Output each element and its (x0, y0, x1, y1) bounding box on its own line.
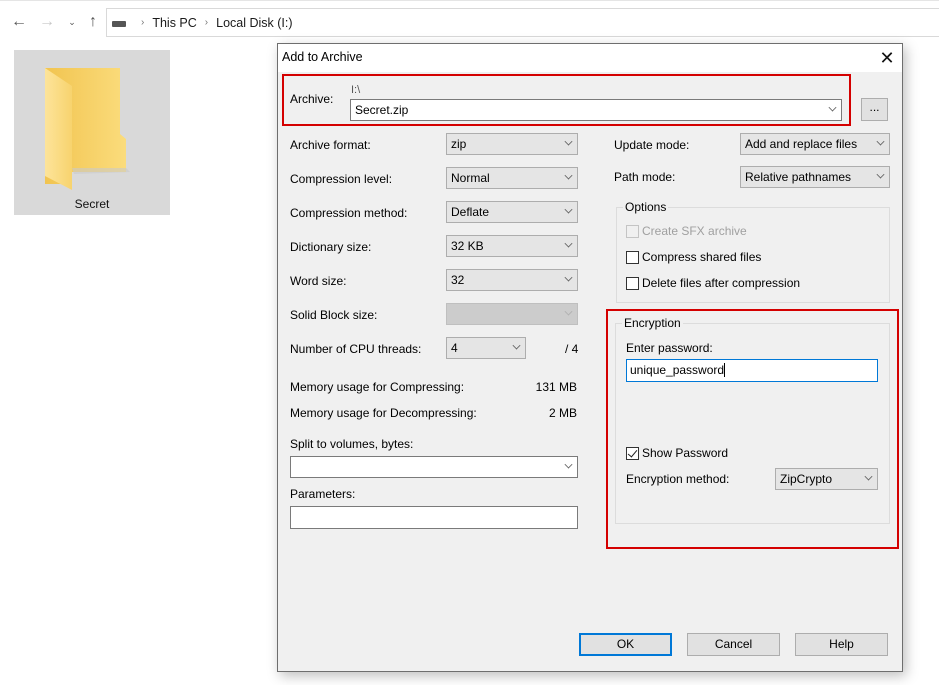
browse-button[interactable]: ... (861, 98, 888, 121)
cancel-button[interactable]: Cancel (687, 633, 780, 656)
chevron-down-icon (564, 460, 573, 469)
explorer-navbar: ← → ⌄ ↑ › This PC › Local Disk (I:) (0, 0, 939, 44)
checkbox-box (626, 276, 639, 290)
dictionary-size-value: 32 KB (451, 239, 484, 253)
checkbox-box (626, 224, 639, 238)
update-mode-label: Update mode: (614, 138, 690, 152)
delete-after-checkbox[interactable]: Delete files after compression (626, 276, 800, 290)
breadcrumb-this-pc[interactable]: This PC (152, 16, 196, 30)
breadcrumb-local-disk[interactable]: Local Disk (I:) (216, 16, 292, 30)
solid-block-size-label: Solid Block size: (290, 308, 378, 322)
encryption-method-value: ZipCrypto (780, 472, 833, 486)
chevron-down-icon: ⌄ (68, 16, 76, 27)
archive-format-value: zip (451, 137, 467, 151)
delete-after-label: Delete files after compression (642, 276, 801, 290)
chevron-down-icon (564, 171, 573, 180)
dialog-titlebar: Add to Archive ✕ (278, 44, 902, 72)
folder-icon (45, 68, 130, 190)
compress-shared-checkbox[interactable]: Compress shared files (626, 250, 761, 264)
arrow-right-icon: → (39, 13, 55, 30)
dialog-title: Add to Archive (282, 50, 363, 64)
encryption-group-title: Encryption (622, 316, 683, 330)
chevron-down-icon (564, 205, 573, 214)
breadcrumb-separator-icon: › (141, 17, 145, 28)
path-mode-value: Relative pathnames (745, 170, 852, 184)
archive-path: I:\ (351, 84, 361, 96)
archive-name-combo[interactable]: Secret.zip (350, 99, 842, 121)
update-mode-value: Add and replace files (745, 137, 858, 151)
cpu-threads-select[interactable]: 4 (446, 337, 526, 359)
close-icon: ✕ (879, 47, 895, 68)
chevron-down-icon (564, 273, 573, 282)
archive-name-value: Secret.zip (355, 103, 409, 117)
up-button[interactable]: ↑ (84, 13, 102, 31)
cpu-threads-value: 4 (451, 341, 458, 355)
parameters-input[interactable] (290, 506, 578, 529)
help-button[interactable]: Help (795, 633, 888, 656)
encryption-method-label: Encryption method: (626, 472, 730, 486)
parameters-label: Parameters: (290, 487, 356, 501)
compression-level-select[interactable]: Normal (446, 167, 578, 189)
chevron-down-icon (876, 170, 885, 179)
checkbox-box (626, 250, 639, 264)
path-mode-label: Path mode: (614, 170, 676, 184)
compression-method-value: Deflate (451, 205, 490, 219)
show-password-label: Show Password (642, 446, 729, 460)
compression-level-value: Normal (451, 171, 490, 185)
solid-block-size-select[interactable] (446, 303, 578, 325)
split-volumes-label: Split to volumes, bytes: (290, 437, 414, 451)
word-size-value: 32 (451, 273, 465, 287)
cpu-threads-label: Number of CPU threads: (290, 342, 422, 356)
chevron-down-icon (512, 341, 521, 350)
word-size-select[interactable]: 32 (446, 269, 578, 291)
password-value: unique_password (630, 363, 725, 377)
compression-method-select[interactable]: Deflate (446, 201, 578, 223)
compression-method-label: Compression method: (290, 206, 408, 220)
cpu-threads-max: / 4 (565, 342, 579, 356)
archive-format-select[interactable]: zip (446, 133, 578, 155)
password-input[interactable]: unique_password (626, 359, 878, 382)
compress-shared-label: Compress shared files (642, 250, 762, 264)
dictionary-size-label: Dictionary size: (290, 240, 372, 254)
chevron-down-icon (828, 103, 837, 112)
archive-label: Archive: (290, 92, 334, 106)
password-label: Enter password: (626, 341, 713, 355)
chevron-down-icon (564, 239, 573, 248)
folder-item-secret[interactable]: Secret (14, 50, 170, 215)
mem-compress-label: Memory usage for Compressing: (290, 380, 465, 394)
dictionary-size-select[interactable]: 32 KB (446, 235, 578, 257)
mem-compress-value: 131 MB (535, 380, 577, 394)
show-password-checkbox[interactable]: Show Password (626, 446, 728, 460)
chevron-down-icon (876, 137, 885, 146)
create-sfx-checkbox[interactable]: Create SFX archive (626, 224, 747, 238)
back-button[interactable]: ← (10, 13, 28, 31)
checkbox-box (626, 446, 639, 460)
word-size-label: Word size: (290, 274, 347, 288)
chevron-down-icon (564, 307, 573, 316)
arrow-left-icon: ← (11, 13, 27, 30)
options-group-title: Options (623, 200, 669, 214)
chevron-down-icon (564, 137, 573, 146)
path-mode-select[interactable]: Relative pathnames (740, 166, 890, 188)
create-sfx-label: Create SFX archive (642, 224, 747, 238)
ok-button[interactable]: OK (579, 633, 672, 656)
recent-locations-button[interactable]: ⌄ (63, 13, 81, 31)
drive-icon (112, 20, 126, 27)
mem-decompress-value: 2 MB (548, 406, 577, 420)
address-bar[interactable]: › This PC › Local Disk (I:) (106, 8, 939, 37)
forward-button[interactable]: → (38, 13, 56, 31)
compression-level-label: Compression level: (290, 172, 393, 186)
folder-name: Secret (74, 197, 110, 211)
text-caret (724, 363, 726, 377)
update-mode-select[interactable]: Add and replace files (740, 133, 890, 155)
split-volumes-combo[interactable] (290, 456, 578, 478)
close-button[interactable]: ✕ (872, 44, 902, 72)
archive-format-label: Archive format: (290, 138, 371, 152)
encryption-method-select[interactable]: ZipCrypto (775, 468, 878, 490)
arrow-up-icon: ↑ (89, 13, 97, 30)
add-to-archive-dialog: Add to Archive ✕ Archive: I:\ Secret.zip… (277, 43, 903, 672)
mem-decompress-label: Memory usage for Decompressing: (290, 406, 477, 420)
breadcrumb-separator-icon: › (204, 17, 209, 28)
chevron-down-icon (864, 472, 873, 481)
